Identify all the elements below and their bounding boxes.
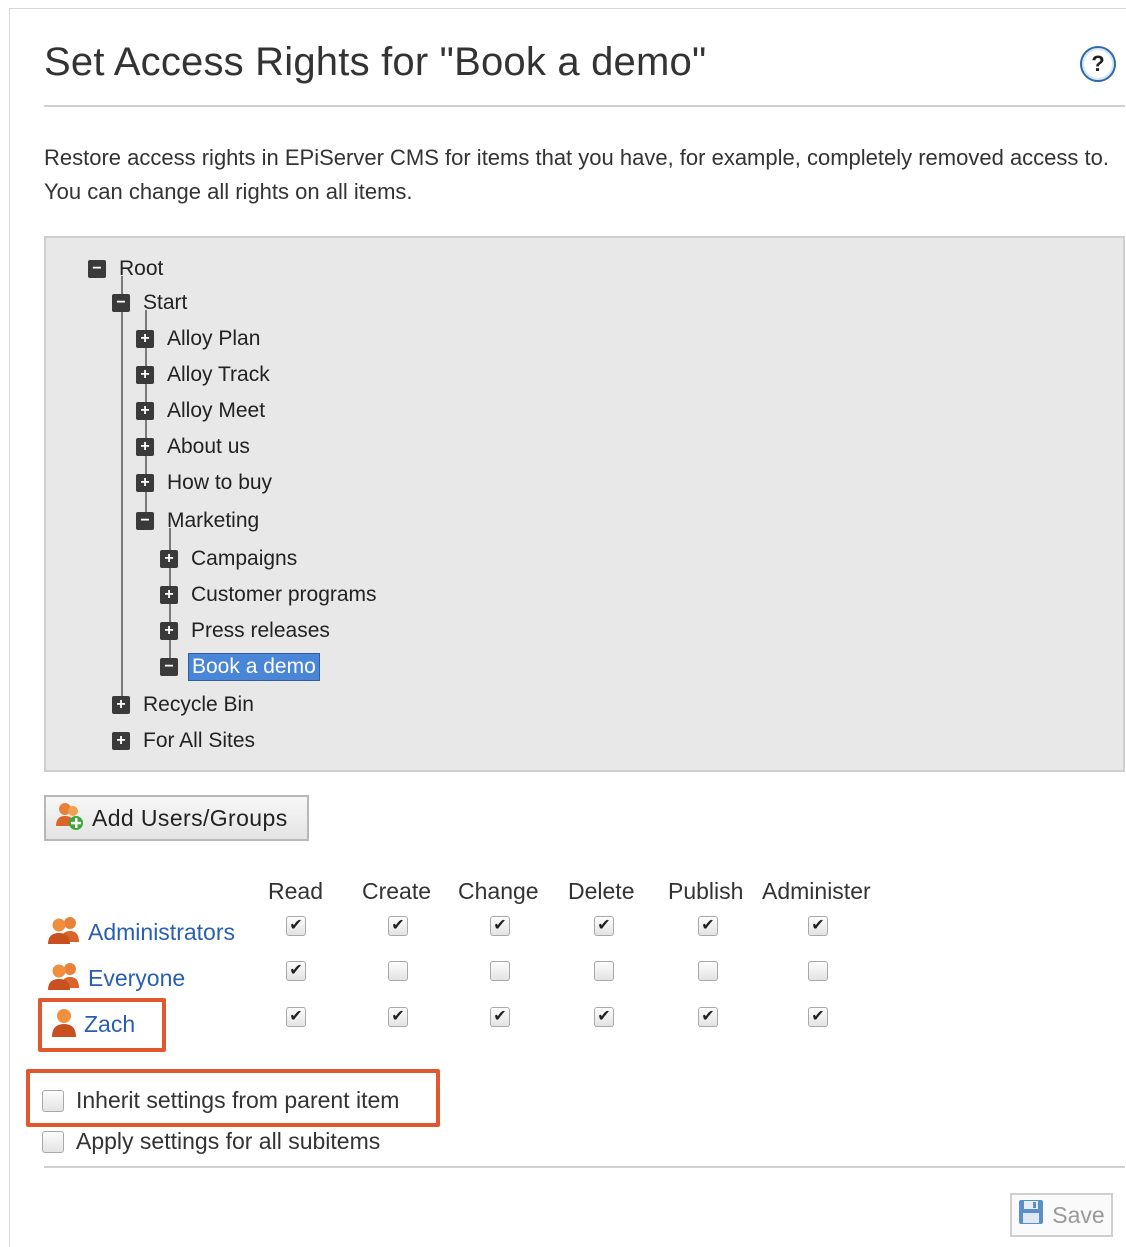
checkbox-everyone-create[interactable] — [388, 961, 408, 981]
checkbox-everyone-change[interactable] — [490, 961, 510, 981]
tree-node-root[interactable]: − Root — [88, 254, 166, 284]
add-users-icon — [54, 800, 86, 837]
tree-node-label[interactable]: How to buy — [164, 470, 275, 496]
user-group-icon — [46, 960, 82, 997]
checkbox-everyone-delete[interactable] — [594, 961, 614, 981]
checkbox-administrators-publish[interactable]: ✔ — [698, 916, 718, 936]
tree-node-label-selected[interactable]: Book a demo — [188, 653, 320, 681]
tree-node-label[interactable]: Campaigns — [188, 546, 300, 572]
tree-node-start[interactable]: − Start — [112, 288, 190, 318]
checkbox-everyone-administer[interactable] — [808, 961, 828, 981]
expand-icon[interactable]: + — [136, 366, 154, 384]
principal-row-administrators: Administrators — [46, 914, 235, 950]
inherit-highlight-box — [26, 1069, 440, 1127]
tree-node-label[interactable]: Alloy Track — [164, 362, 273, 388]
apply-subitems-option[interactable]: Apply settings for all subitems — [42, 1128, 380, 1155]
tree-node-press-releases[interactable]: + Press releases — [160, 616, 333, 646]
principal-name[interactable]: Everyone — [88, 965, 185, 992]
column-header-administer: Administer — [762, 878, 871, 904]
checkbox-everyone-read[interactable]: ✔ — [286, 961, 306, 981]
floppy-disk-icon — [1018, 1199, 1044, 1231]
tree-node-label[interactable]: Start — [140, 290, 190, 316]
tree-node-label[interactable]: Alloy Plan — [164, 326, 263, 352]
column-header-change: Change — [458, 878, 539, 904]
collapse-icon[interactable]: − — [136, 512, 154, 530]
expand-icon[interactable]: + — [136, 330, 154, 348]
tree-node-label[interactable]: Root — [116, 256, 166, 282]
tree-node-label[interactable]: Customer programs — [188, 582, 380, 608]
checkbox-everyone-publish[interactable] — [698, 961, 718, 981]
zach-highlight-box — [38, 998, 166, 1052]
tree-node-alloy-meet[interactable]: + Alloy Meet — [136, 396, 268, 426]
checkbox-administrators-administer[interactable]: ✔ — [808, 916, 828, 936]
collapse-icon[interactable]: − — [160, 658, 178, 676]
principal-name[interactable]: Administrators — [88, 919, 235, 946]
expand-icon[interactable]: + — [160, 550, 178, 568]
checkbox-administrators-read[interactable]: ✔ — [286, 916, 306, 936]
tree-node-book-a-demo[interactable]: − Book a demo — [160, 652, 320, 682]
tree-node-label[interactable]: Press releases — [188, 618, 333, 644]
checkbox-administrators-create[interactable]: ✔ — [388, 916, 408, 936]
user-group-icon — [46, 914, 82, 951]
expand-icon[interactable]: + — [112, 696, 130, 714]
tree-node-marketing[interactable]: − Marketing — [136, 506, 262, 536]
page-title: Set Access Rights for "Book a demo" — [44, 40, 707, 84]
tree-node-campaigns[interactable]: + Campaigns — [160, 544, 300, 574]
tree-node-alloy-track[interactable]: + Alloy Track — [136, 360, 273, 390]
expand-icon[interactable]: + — [160, 622, 178, 640]
add-users-groups-button[interactable]: Add Users/Groups — [44, 795, 309, 841]
expand-icon[interactable]: + — [160, 586, 178, 604]
expand-icon[interactable]: + — [136, 438, 154, 456]
collapse-icon[interactable]: − — [88, 260, 106, 278]
principal-row-everyone: Everyone — [46, 960, 185, 996]
tree-node-label[interactable]: Alloy Meet — [164, 398, 268, 424]
add-users-groups-label: Add Users/Groups — [92, 804, 288, 831]
column-header-delete: Delete — [568, 878, 635, 904]
checkbox-administrators-change[interactable]: ✔ — [490, 916, 510, 936]
apply-subitems-label[interactable]: Apply settings for all subitems — [76, 1128, 380, 1155]
expand-icon[interactable]: + — [112, 732, 130, 750]
page-description: Restore access rights in EPiServer CMS f… — [44, 145, 1109, 204]
tree-node-about-us[interactable]: + About us — [136, 432, 253, 462]
title-divider — [44, 105, 1125, 107]
tree-node-label[interactable]: Marketing — [164, 508, 262, 534]
save-button[interactable]: Save — [1010, 1193, 1113, 1237]
checkbox-zach-administer[interactable]: ✔ — [808, 1007, 828, 1027]
checkbox-zach-delete[interactable]: ✔ — [594, 1007, 614, 1027]
checkbox-zach-change[interactable]: ✔ — [490, 1007, 510, 1027]
collapse-icon[interactable]: − — [112, 294, 130, 312]
tree-node-label[interactable]: Recycle Bin — [140, 692, 257, 718]
footer-divider — [44, 1166, 1125, 1168]
tree-node-alloy-plan[interactable]: + Alloy Plan — [136, 324, 263, 354]
column-header-read: Read — [268, 878, 323, 904]
column-header-create: Create — [362, 878, 432, 904]
tree-node-label[interactable]: About us — [164, 434, 253, 460]
save-label: Save — [1052, 1201, 1105, 1228]
tree-node-for-all-sites[interactable]: + For All Sites — [112, 726, 258, 756]
page-tree: − Root − Start + Alloy Plan + Alloy Trac… — [44, 236, 1125, 772]
column-header-publish: Publish — [668, 878, 744, 904]
checkbox-zach-read[interactable]: ✔ — [286, 1007, 306, 1027]
tree-node-customer-programs[interactable]: + Customer programs — [160, 580, 380, 610]
checkbox-zach-create[interactable]: ✔ — [388, 1007, 408, 1027]
tree-node-label[interactable]: For All Sites — [140, 728, 258, 754]
expand-icon[interactable]: + — [136, 474, 154, 492]
tree-connector — [121, 276, 123, 706]
expand-icon[interactable]: + — [136, 402, 154, 420]
question-mark-icon[interactable]: ? — [1080, 46, 1116, 82]
tree-node-how-to-buy[interactable]: + How to buy — [136, 468, 275, 498]
tree-node-recycle-bin[interactable]: + Recycle Bin — [112, 690, 257, 720]
checkbox-zach-publish[interactable]: ✔ — [698, 1007, 718, 1027]
apply-subitems-checkbox[interactable] — [42, 1130, 64, 1153]
checkbox-administrators-delete[interactable]: ✔ — [594, 916, 614, 936]
